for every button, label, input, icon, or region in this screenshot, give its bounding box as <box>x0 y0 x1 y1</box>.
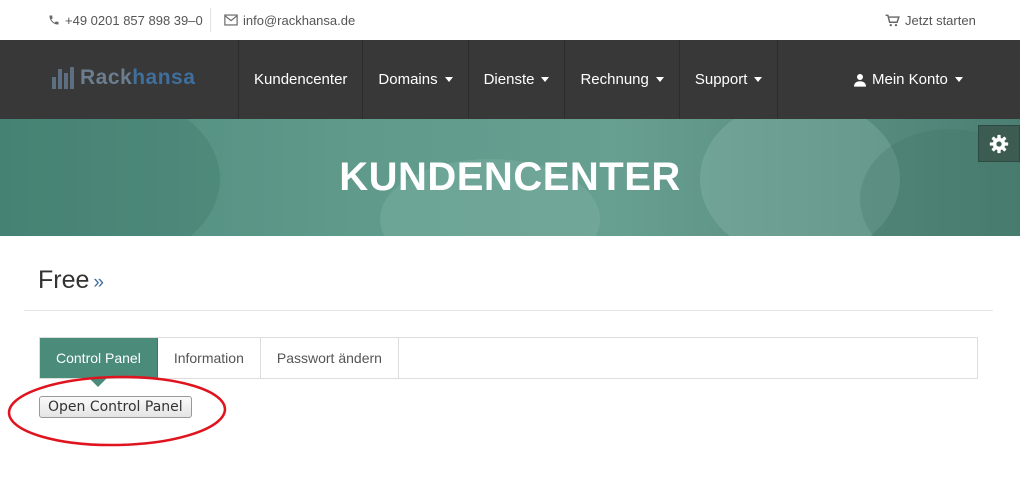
topbar-divider <box>210 8 211 32</box>
nav-item-label: Dienste <box>483 71 535 88</box>
top-bar: +49 0201 857 898 39–0 info@rackhansa.de … <box>0 0 1020 40</box>
hero-title: KUNDENCENTER <box>339 155 681 199</box>
logo-word-hansa: hansa <box>132 66 196 89</box>
account-menu[interactable]: Mein Konto <box>854 40 963 119</box>
raquo-icon: » <box>93 272 104 293</box>
header-divider <box>24 310 993 311</box>
nav-item-label: Kundencenter <box>254 71 348 88</box>
caret-down-icon <box>444 77 453 82</box>
caret-down-icon <box>655 77 664 82</box>
tab-label: Information <box>173 350 244 366</box>
page-title: Free» <box>38 266 104 295</box>
nav-item-label: Support <box>694 71 748 88</box>
account-label: Mein Konto <box>872 71 948 88</box>
page-title-text: Free <box>38 266 90 294</box>
tab-label: Passwort ändern <box>276 350 382 366</box>
nav-item-support[interactable]: Support <box>678 40 779 119</box>
caret-down-icon <box>954 77 963 82</box>
user-icon <box>854 73 866 87</box>
nav-item-kundencenter[interactable]: Kundencenter <box>238 40 362 119</box>
caret-down-icon <box>541 77 550 82</box>
nav-item-label: Rechnung <box>580 71 649 88</box>
phone-icon <box>49 15 59 25</box>
annotation-circle <box>7 375 227 447</box>
nav-item-domains[interactable]: Domains <box>362 40 467 119</box>
main-navbar: Rack hansa Kundencenter Domains Dienste R… <box>0 40 1020 119</box>
envelope-icon <box>224 14 238 26</box>
cart-icon <box>885 14 900 26</box>
logo[interactable]: Rack hansa <box>52 65 195 91</box>
phone-contact[interactable]: +49 0201 857 898 39–0 <box>48 0 203 40</box>
email-text: info@rackhansa.de <box>243 12 356 28</box>
tab-bar: Control Panel Information Passwort änder… <box>39 337 978 387</box>
hero-banner: KUNDENCENTER <box>0 119 1020 236</box>
tab-information[interactable]: Information <box>157 338 261 378</box>
logo-word-rack: Rack <box>80 66 133 89</box>
nav-item-rechnung[interactable]: Rechnung <box>564 40 678 119</box>
phone-text: +49 0201 857 898 39–0 <box>65 12 203 28</box>
caret-down-icon <box>754 77 763 82</box>
tab-control-panel[interactable]: Control Panel <box>40 338 158 387</box>
logo-bars-icon <box>52 67 74 89</box>
get-started-link[interactable]: Jetzt starten <box>885 0 976 40</box>
email-contact[interactable]: info@rackhansa.de <box>224 0 355 40</box>
nav-item-label: Domains <box>378 71 438 88</box>
nav-item-dienste[interactable]: Dienste <box>467 40 565 119</box>
gear-icon <box>989 134 1009 153</box>
tab-change-password[interactable]: Passwort ändern <box>260 338 399 378</box>
nav-menu: Kundencenter Domains Dienste Rechnung Su… <box>238 40 779 119</box>
get-started-text: Jetzt starten <box>905 12 976 28</box>
settings-button[interactable] <box>978 125 1020 162</box>
tab-label: Control Panel <box>56 350 141 366</box>
